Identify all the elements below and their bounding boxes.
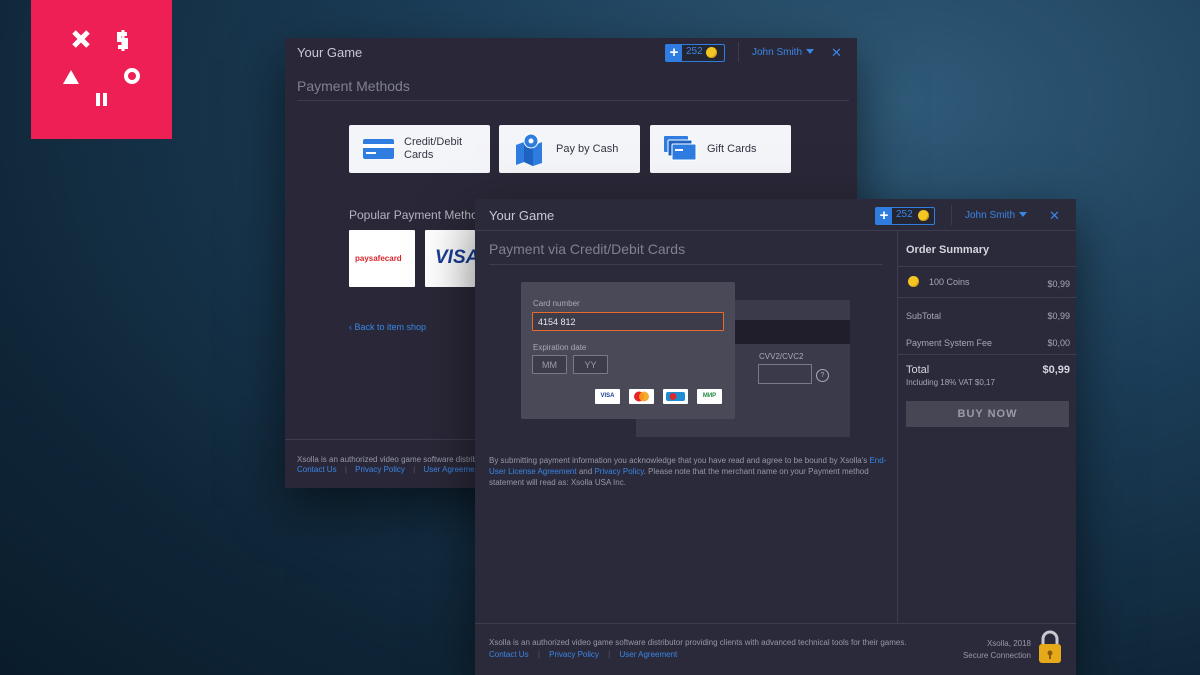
divider bbox=[951, 205, 952, 225]
back-to-shop-link[interactable]: ‹ Back to item shop bbox=[349, 322, 426, 332]
order-summary-title: Order Summary bbox=[906, 244, 990, 256]
divider bbox=[489, 264, 883, 265]
map-pin-icon bbox=[516, 133, 542, 166]
footer-text: Xsolla is an authorized video game softw… bbox=[489, 638, 907, 647]
credit-card-icon bbox=[363, 139, 394, 159]
card-number-label: Card number bbox=[533, 299, 580, 308]
section-title: Payment Methods bbox=[297, 78, 410, 94]
coin-icon bbox=[706, 47, 717, 58]
plus-icon[interactable]: + bbox=[666, 45, 682, 61]
footer-text: Xsolla is an authorized video game softw… bbox=[297, 455, 475, 464]
mastercard-icon bbox=[634, 391, 649, 402]
legal-text: By submitting payment information you ac… bbox=[489, 455, 889, 488]
maestro-logo bbox=[663, 389, 688, 404]
subtotal-row: SubTotal $0,99 bbox=[906, 311, 1070, 321]
chevron-down-icon bbox=[1019, 212, 1028, 217]
titlebar: Your Game + 252 John Smith ✕ bbox=[285, 38, 857, 68]
order-item: 100 Coins $0,99 bbox=[929, 277, 1070, 289]
vat-note: Including 18% VAT $0,17 bbox=[906, 378, 995, 387]
coin-icon bbox=[918, 210, 929, 221]
order-summary-panel: Order Summary 100 Coins $0,99 SubTotal $… bbox=[897, 231, 1077, 623]
divider bbox=[297, 100, 849, 101]
paysafecard-logo: paysafecard bbox=[355, 254, 402, 263]
user-menu[interactable]: John Smith bbox=[752, 47, 815, 58]
lock-icon bbox=[1039, 630, 1061, 663]
order-item-name: 100 Coins bbox=[929, 277, 970, 287]
expiry-month-input[interactable]: MM bbox=[532, 355, 567, 374]
footer-links: Contact Us | Privacy Policy | User Agree… bbox=[489, 650, 678, 659]
buy-now-button[interactable]: BUY NOW bbox=[906, 401, 1069, 427]
footer-links: Contact Us | Privacy Policy | User Agree… bbox=[297, 465, 482, 474]
total-label: Total bbox=[906, 364, 930, 376]
divider bbox=[738, 42, 739, 62]
coin-count: 252 bbox=[686, 46, 703, 57]
divider bbox=[898, 266, 1077, 267]
total-row: Total $0,99 bbox=[906, 364, 1070, 376]
total-value: $0,99 bbox=[1042, 364, 1070, 376]
window-title: Your Game bbox=[297, 45, 363, 60]
coin-count: 252 bbox=[896, 209, 913, 220]
coin-icon bbox=[908, 276, 919, 287]
mastercard-logo bbox=[629, 389, 654, 404]
contact-us-link[interactable]: Contact Us bbox=[489, 650, 529, 659]
back-link-label: Back to item shop bbox=[354, 322, 427, 332]
user-name: John Smith bbox=[752, 47, 803, 58]
legal-text-1: By submitting payment information you ac… bbox=[489, 456, 868, 465]
section-title: Payment via Credit/Debit Cards bbox=[489, 241, 686, 257]
plus-icon[interactable]: + bbox=[876, 208, 892, 224]
secure-info: Xsolla, 2018 Secure Connection bbox=[963, 638, 1031, 662]
visa-logo: VISA bbox=[595, 389, 620, 404]
user-agreement-link[interactable]: User Agreement bbox=[423, 465, 481, 474]
user-menu[interactable]: John Smith bbox=[965, 210, 1028, 221]
method-gift-cards[interactable]: Gift Cards bbox=[650, 125, 791, 173]
divider bbox=[898, 354, 1077, 355]
maestro-icon bbox=[666, 392, 685, 401]
window-title: Your Game bbox=[489, 208, 555, 223]
privacy-policy-link[interactable]: Privacy Policy bbox=[594, 467, 643, 476]
contact-us-link[interactable]: Contact Us bbox=[297, 465, 337, 474]
method-label: Pay by Cash bbox=[556, 143, 619, 155]
help-icon[interactable]: ? bbox=[816, 369, 829, 382]
coin-balance[interactable]: + 252 bbox=[665, 44, 725, 62]
secure-connection-label: Secure Connection bbox=[962, 651, 1031, 660]
method-credit-debit-cards[interactable]: Credit/Debit Cards bbox=[349, 125, 490, 173]
privacy-policy-link[interactable]: Privacy Policy bbox=[355, 465, 405, 474]
fee-label: Payment System Fee bbox=[906, 338, 993, 348]
subtotal-value: $0,99 bbox=[1047, 311, 1070, 321]
expiration-label: Expiration date bbox=[533, 343, 587, 352]
titlebar: Your Game + 252 John Smith ✕ bbox=[475, 199, 1076, 229]
method-paysafecard[interactable]: paysafecard bbox=[349, 230, 415, 287]
close-icon[interactable]: ✕ bbox=[1049, 208, 1060, 224]
gift-card-icon bbox=[664, 136, 697, 161]
user-name: John Smith bbox=[965, 210, 1016, 221]
user-agreement-link[interactable]: User Agreement bbox=[619, 650, 677, 659]
mir-logo: МИР bbox=[697, 389, 722, 404]
cvv-input[interactable] bbox=[758, 364, 812, 384]
chevron-down-icon bbox=[806, 49, 815, 54]
fee-row: Payment System Fee $0,00 bbox=[906, 338, 1070, 348]
card-number-input[interactable]: 4154 812 bbox=[532, 312, 724, 331]
legal-and: and bbox=[578, 467, 593, 476]
cvv-label: CVV2/CVC2 bbox=[759, 352, 804, 361]
close-icon[interactable]: ✕ bbox=[831, 45, 842, 61]
visa-logo: VISA bbox=[435, 247, 475, 268]
method-label: Credit/Debit Cards bbox=[404, 136, 463, 161]
fee-value: $0,00 bbox=[1047, 338, 1070, 348]
xsolla-logo bbox=[31, 0, 172, 139]
divider bbox=[475, 623, 1076, 624]
card-payment-window: Your Game + 252 John Smith ✕ Payment via… bbox=[475, 199, 1077, 675]
copyright: Xsolla, 2018 bbox=[986, 639, 1031, 648]
divider bbox=[898, 297, 1077, 298]
expiry-year-input[interactable]: YY bbox=[573, 355, 608, 374]
order-item-price: $0,99 bbox=[1047, 279, 1070, 289]
method-visa[interactable]: VISA bbox=[425, 230, 475, 287]
card-front-side: Card number 4154 812 Expiration date MM … bbox=[521, 282, 735, 419]
method-label: Gift Cards bbox=[707, 143, 757, 155]
coin-balance[interactable]: + 252 bbox=[875, 207, 935, 225]
subtotal-label: SubTotal bbox=[906, 311, 942, 321]
method-pay-by-cash[interactable]: Pay by Cash bbox=[499, 125, 640, 173]
popular-methods-title: Popular Payment Methods bbox=[349, 208, 475, 222]
privacy-policy-link[interactable]: Privacy Policy bbox=[549, 650, 599, 659]
